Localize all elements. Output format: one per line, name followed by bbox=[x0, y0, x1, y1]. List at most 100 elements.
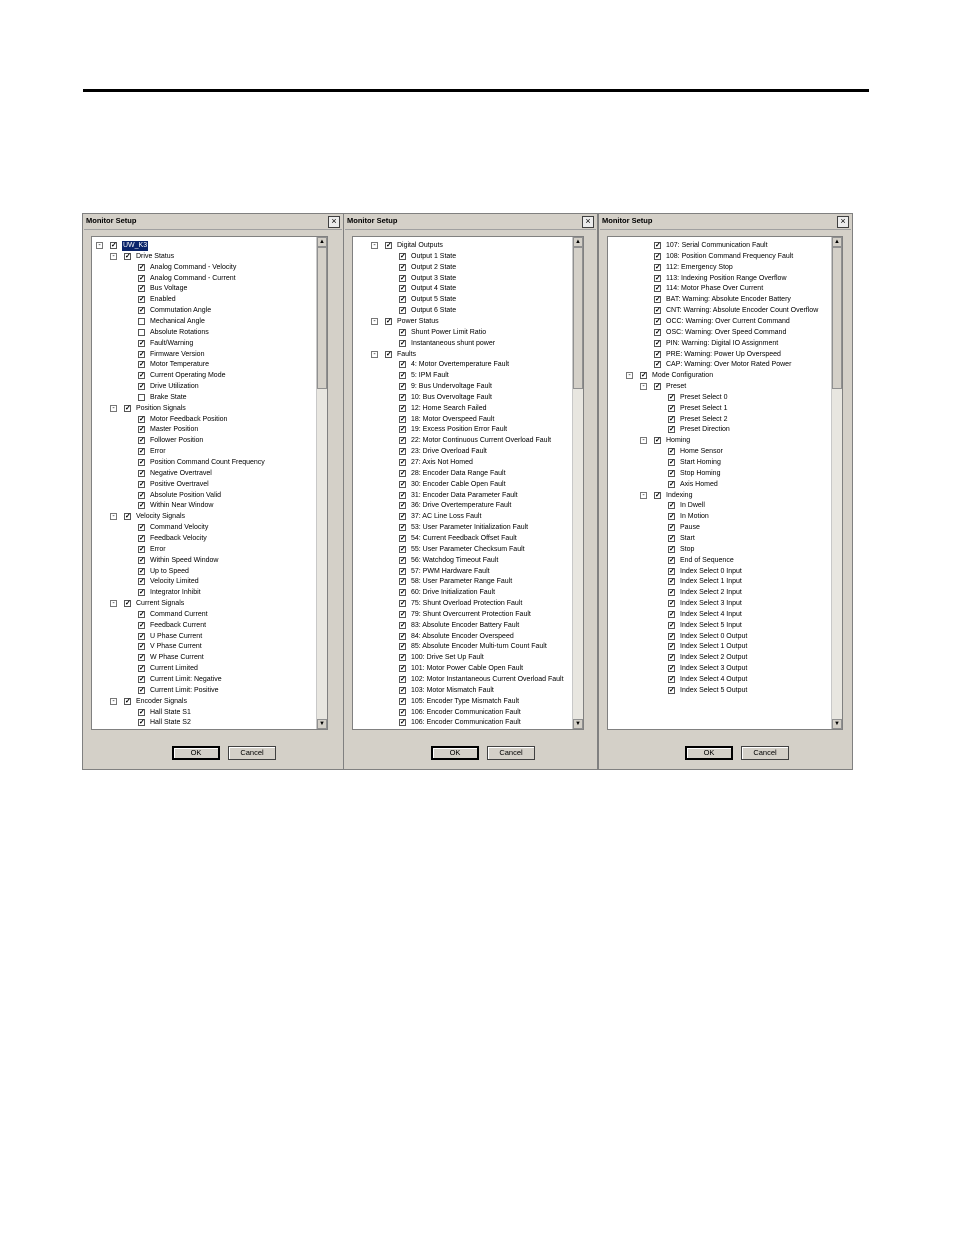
tree-item-checkbox[interactable] bbox=[138, 339, 145, 347]
tree-expander-icon[interactable]: - bbox=[110, 513, 117, 521]
tree-item-checkbox[interactable] bbox=[654, 383, 661, 391]
tree-expander-icon[interactable]: - bbox=[640, 383, 647, 391]
tree-item-checkbox[interactable] bbox=[399, 524, 406, 532]
tree-item-checkbox[interactable] bbox=[668, 567, 675, 575]
tree-item-checkbox[interactable] bbox=[399, 415, 406, 423]
tree-item-checkbox[interactable] bbox=[399, 643, 406, 651]
tree-item-checkbox[interactable] bbox=[138, 621, 145, 629]
tree-item-checkbox[interactable] bbox=[399, 404, 406, 412]
tree-item-checkbox[interactable] bbox=[138, 469, 145, 477]
close-icon[interactable]: × bbox=[328, 216, 340, 228]
tree-item-checkbox[interactable] bbox=[668, 534, 675, 542]
close-icon[interactable]: × bbox=[582, 216, 594, 228]
tree-item-checkbox[interactable] bbox=[399, 285, 406, 293]
tree-item-checkbox[interactable] bbox=[668, 654, 675, 662]
tree-item-checkbox[interactable] bbox=[399, 686, 406, 694]
tree-item-checkbox[interactable] bbox=[399, 383, 406, 391]
scroll-up-arrow-icon[interactable]: ▲ bbox=[573, 237, 583, 247]
tree-item-checkbox[interactable] bbox=[138, 567, 145, 575]
cancel-button[interactable]: Cancel bbox=[741, 746, 789, 760]
tree-item-checkbox[interactable] bbox=[385, 317, 392, 325]
tree-item-checkbox[interactable] bbox=[138, 708, 145, 716]
tree-item-checkbox[interactable] bbox=[138, 296, 145, 304]
tree-item-checkbox[interactable] bbox=[668, 469, 675, 477]
tree-item-checkbox[interactable] bbox=[399, 502, 406, 510]
tree-item-checkbox[interactable] bbox=[399, 708, 406, 716]
tree-item-checkbox[interactable] bbox=[668, 415, 675, 423]
tree-item-checkbox[interactable] bbox=[399, 621, 406, 629]
tree-item-checkbox[interactable] bbox=[399, 719, 406, 727]
tree-item-checkbox[interactable] bbox=[138, 665, 145, 673]
tree-expander-icon[interactable]: - bbox=[110, 252, 117, 260]
tree-item-checkbox[interactable] bbox=[654, 317, 661, 325]
tree-item-checkbox[interactable] bbox=[668, 686, 675, 694]
tree-item-checkbox[interactable] bbox=[654, 491, 661, 499]
tree-expander-icon[interactable]: - bbox=[626, 372, 633, 380]
tree-item-checkbox[interactable] bbox=[138, 610, 145, 618]
tree-item-checkbox[interactable] bbox=[668, 448, 675, 456]
tree-item-checkbox[interactable] bbox=[138, 480, 145, 488]
tree-item-checkbox[interactable] bbox=[399, 448, 406, 456]
tree-item-checkbox[interactable] bbox=[399, 556, 406, 564]
tree-item-checkbox[interactable] bbox=[668, 502, 675, 510]
tree-item-checkbox[interactable] bbox=[138, 448, 145, 456]
tree-item-checkbox[interactable] bbox=[654, 437, 661, 445]
tree-item-checkbox[interactable] bbox=[654, 242, 661, 249]
tree-item-checkbox[interactable] bbox=[399, 589, 406, 597]
tree-item-checkbox[interactable] bbox=[399, 480, 406, 488]
tree-item-checkbox[interactable] bbox=[138, 589, 145, 597]
tree-item-checkbox[interactable] bbox=[654, 274, 661, 282]
tree-expander-icon[interactable]: - bbox=[371, 350, 378, 358]
tree-item-checkbox[interactable] bbox=[399, 610, 406, 618]
scroll-up-arrow-icon[interactable]: ▲ bbox=[317, 237, 327, 247]
tree-item-checkbox[interactable] bbox=[138, 317, 145, 325]
tree-item-checkbox[interactable] bbox=[668, 600, 675, 608]
ok-button[interactable]: OK bbox=[172, 746, 220, 760]
tree-item-checkbox[interactable] bbox=[138, 372, 145, 380]
tree-item-checkbox[interactable] bbox=[138, 545, 145, 553]
tree-item-checkbox[interactable] bbox=[399, 665, 406, 673]
tree-item-checkbox[interactable] bbox=[399, 600, 406, 608]
tree-item-checkbox[interactable] bbox=[138, 534, 145, 542]
tree-expander-icon[interactable]: - bbox=[371, 242, 378, 249]
tree-item-checkbox[interactable] bbox=[138, 393, 145, 401]
tree-expander-icon[interactable]: - bbox=[110, 404, 117, 412]
tree-item-checkbox[interactable] bbox=[654, 296, 661, 304]
tree-item-checkbox[interactable] bbox=[668, 404, 675, 412]
tree-item-checkbox[interactable] bbox=[399, 372, 406, 380]
tree-item-checkbox[interactable] bbox=[138, 263, 145, 271]
vertical-scrollbar[interactable]: ▲ ▼ bbox=[316, 237, 327, 729]
tree-item-checkbox[interactable] bbox=[138, 491, 145, 499]
tree-item-checkbox[interactable] bbox=[399, 339, 406, 347]
tree-item-checkbox[interactable] bbox=[138, 350, 145, 358]
tree-item-checkbox[interactable] bbox=[399, 328, 406, 336]
tree-item-checkbox[interactable] bbox=[668, 513, 675, 521]
tree-item-checkbox[interactable] bbox=[399, 459, 406, 466]
tree-item-checkbox[interactable] bbox=[654, 361, 661, 369]
tree-item-checkbox[interactable] bbox=[668, 393, 675, 401]
tree-item-checkbox[interactable] bbox=[138, 643, 145, 651]
tree-item-checkbox[interactable] bbox=[654, 328, 661, 336]
tree-item-checkbox[interactable] bbox=[399, 393, 406, 401]
tree-item-checkbox[interactable] bbox=[138, 274, 145, 282]
tree-item-checkbox[interactable] bbox=[138, 328, 145, 336]
tree-item-checkbox[interactable] bbox=[399, 491, 406, 499]
tree-item-checkbox[interactable] bbox=[668, 589, 675, 597]
cancel-button[interactable]: Cancel bbox=[228, 746, 276, 760]
tree-item-checkbox[interactable] bbox=[138, 524, 145, 532]
tree-item-checkbox[interactable] bbox=[138, 719, 145, 727]
tree-item-checkbox[interactable] bbox=[399, 437, 406, 445]
tree-item-checkbox[interactable] bbox=[399, 513, 406, 521]
tree-expander-icon[interactable]: - bbox=[371, 317, 378, 325]
tree-item-checkbox[interactable] bbox=[138, 502, 145, 510]
tree-item-checkbox[interactable] bbox=[668, 524, 675, 532]
tree-item-checkbox[interactable] bbox=[399, 307, 406, 315]
tree-item-checkbox[interactable] bbox=[399, 534, 406, 542]
tree-item-checkbox[interactable] bbox=[399, 263, 406, 271]
tree-expander-icon[interactable]: - bbox=[640, 491, 647, 499]
tree-item-checkbox[interactable] bbox=[654, 285, 661, 293]
scroll-thumb[interactable] bbox=[317, 247, 327, 389]
tree-item-checkbox[interactable] bbox=[399, 545, 406, 553]
tree-item-checkbox[interactable] bbox=[654, 263, 661, 271]
tree-item-checkbox[interactable] bbox=[399, 654, 406, 662]
